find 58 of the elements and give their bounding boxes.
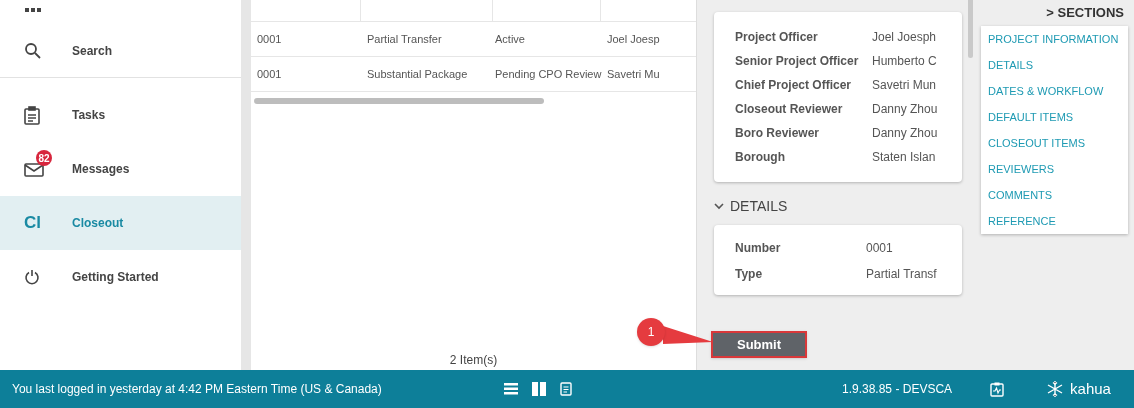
field-value: Savetri Mun	[872, 77, 938, 94]
section-link[interactable]: REVIEWERS	[988, 162, 1121, 176]
clipboard-icon	[24, 105, 40, 125]
field-value: Staten Islan	[872, 149, 937, 166]
field-label: Chief Project Officer	[735, 77, 853, 94]
field-label: Number	[735, 240, 782, 257]
section-link[interactable]: REFERENCE	[988, 214, 1121, 228]
status-message: You last logged in yesterday at 4:42 PM Eastern Time (US & Canada)	[12, 381, 383, 398]
table-cell-text: Joel Joesp	[606, 31, 661, 47]
field-label: Borough	[735, 149, 786, 166]
section-link[interactable]: DATES & WORKFLOW	[988, 84, 1121, 98]
apps-icon[interactable]	[25, 8, 41, 12]
section-link[interactable]: DEFAULT ITEMS	[988, 110, 1121, 124]
field-value: Danny Zhou	[872, 125, 939, 142]
sidebar-item[interactable]: 82 Messages	[0, 142, 241, 196]
closeout-icon: Cl	[24, 210, 41, 236]
table-cell-text: Pending CPO Review	[494, 66, 601, 82]
unread-badge: 82	[36, 150, 52, 166]
clipboard-pulse-icon[interactable]	[990, 381, 1005, 397]
table-cell-text: Partial Transfer	[366, 31, 443, 47]
item-count: 2 Item(s)	[448, 352, 499, 369]
chevron-down-icon[interactable]	[714, 203, 724, 210]
sidebar-item[interactable]: Getting Started	[0, 250, 241, 304]
table-cell-text: Savetri Mu	[606, 66, 661, 82]
field-label: Type	[735, 266, 764, 283]
search-icon	[24, 41, 42, 60]
section-link[interactable]: COMMENTS	[988, 188, 1121, 202]
field-value: 0001	[866, 240, 894, 257]
field-label: Closeout Reviewer	[735, 101, 844, 118]
table-cell-text: Substantial Package	[366, 66, 469, 82]
field-value: Danny Zhou	[872, 101, 939, 118]
split-view-icon[interactable]	[532, 382, 546, 396]
version-label: 1.9.38.85 - DEVSCA	[842, 381, 953, 398]
snowflake-logo-icon	[1046, 380, 1065, 398]
field-value: Humberto C	[872, 53, 938, 70]
submit-button[interactable]: Submit	[711, 331, 807, 358]
section-link[interactable]: DETAILS	[988, 58, 1121, 72]
section-link[interactable]: CLOSEOUT ITEMS	[988, 136, 1121, 150]
scrollbar[interactable]	[968, 0, 973, 58]
sidebar-item[interactable]: Tasks	[0, 88, 241, 142]
section-link[interactable]: PROJECT INFORMATION	[988, 32, 1121, 46]
sections-heading[interactable]: > SECTIONS	[1046, 6, 1124, 20]
table-cell-text: 0001	[256, 66, 283, 82]
section-heading: DETAILS	[730, 197, 788, 216]
document-icon[interactable]	[560, 382, 572, 396]
scrollbar[interactable]	[254, 98, 544, 104]
list-view-icon[interactable]	[504, 383, 518, 395]
brand-name: kahua	[1070, 378, 1111, 399]
table-cell-text: 0001	[256, 31, 283, 47]
envelope-icon	[24, 161, 46, 177]
field-label: Project Officer	[735, 29, 819, 46]
power-icon	[24, 269, 40, 285]
field-value: Joel Joesph	[872, 29, 938, 46]
field-value: Partial Transf	[866, 266, 938, 283]
field-label: Senior Project Officer	[735, 53, 860, 70]
field-label: Boro Reviewer	[735, 125, 821, 142]
sidebar-item[interactable]: Cl Closeout	[0, 196, 241, 250]
table-cell-text: Active	[494, 31, 526, 47]
